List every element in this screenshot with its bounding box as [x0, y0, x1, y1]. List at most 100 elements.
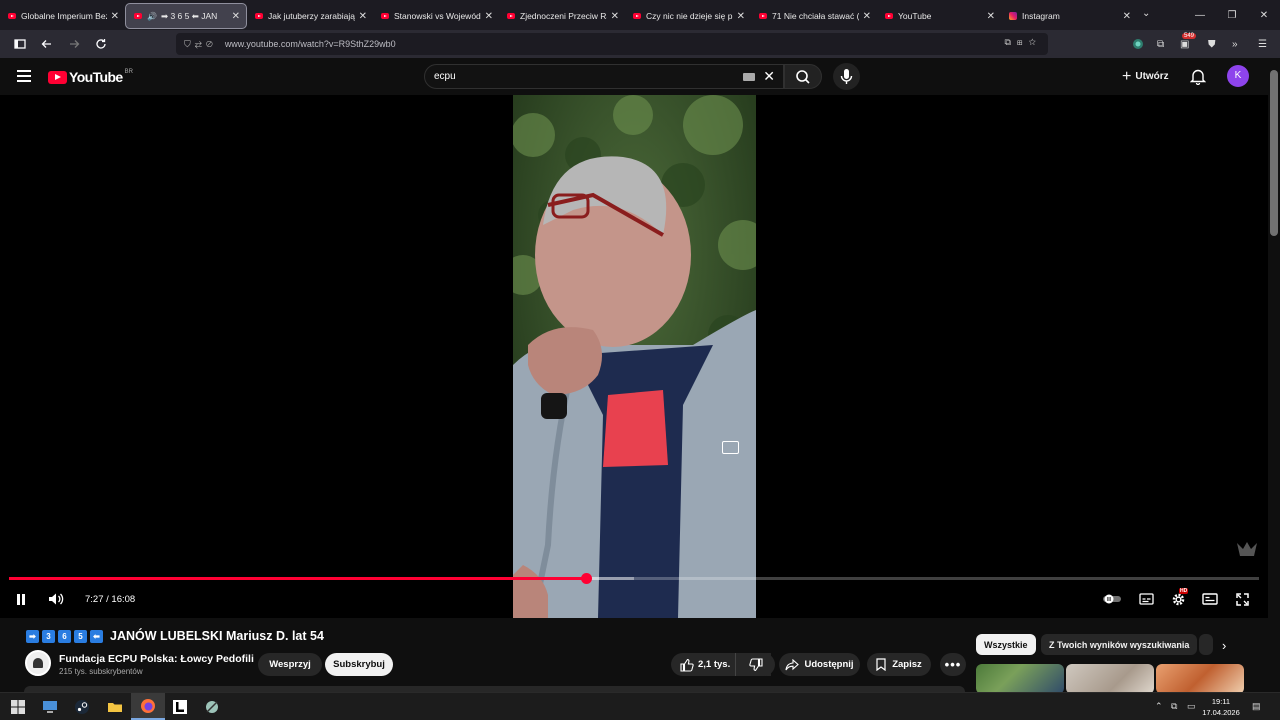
progress-bar[interactable] [9, 573, 1259, 584]
theater-mode-button[interactable] [1201, 591, 1219, 607]
notifications-bell-icon[interactable] [1189, 68, 1207, 90]
url-text[interactable]: www.youtube.com/watch?v=R9SthZ29wb0 [225, 39, 396, 49]
theater-icon [1202, 593, 1218, 605]
forward-icon[interactable] [62, 32, 86, 56]
video-title-text: JANÓW LUBELSKI Mariusz D. lat 54 [110, 628, 324, 643]
channel-avatar[interactable] [25, 650, 51, 676]
video-info-section: ➡ 3 6 5 ⬅ JANÓW LUBELSKI Mariusz D. lat 54 F… [0, 618, 1268, 694]
recommended-thumbnail[interactable] [976, 664, 1064, 694]
extension-badge-icon[interactable]: ▣ 549 [1180, 30, 1197, 58]
computer-icon[interactable] [42, 699, 58, 715]
search-box[interactable]: ecpu ✕ [424, 64, 784, 89]
close-tab-icon[interactable]: ✕ [1123, 11, 1131, 22]
browser-tab[interactable]: Instagram ✕ [1001, 3, 1137, 29]
miniplayer-overlay-icon[interactable] [722, 441, 739, 454]
search-button[interactable] [784, 64, 822, 89]
subscribe-button[interactable]: Subskrybuj [325, 653, 393, 676]
video-player[interactable]: 7:27 / 16:08 HD [0, 95, 1268, 618]
channel-name[interactable]: Fundacja ECPU Polska: Łowcy Pedofili [59, 653, 254, 665]
tab-title: 71 Nie chciała stawać (M [772, 11, 859, 21]
browser-tab[interactable]: 71 Nie chciała stawać (M ✕ [751, 3, 877, 29]
page-scrollbar[interactable] [1268, 58, 1280, 692]
video-frame[interactable] [513, 95, 756, 618]
steam-icon[interactable] [74, 699, 90, 715]
title-keycap: 6 [58, 630, 71, 643]
save-button[interactable]: Zapisz [867, 653, 931, 676]
tray-network-icon[interactable]: ⧉ [1171, 701, 1177, 712]
close-tab-icon[interactable]: ✕ [611, 11, 619, 22]
browser-tab[interactable]: Jak jutuberzy zarabiają n ✕ [247, 3, 373, 29]
close-tab-icon[interactable]: ✕ [359, 11, 367, 22]
chip-from-search[interactable]: Z Twoich wyników wyszukiwania [1041, 634, 1198, 655]
fullscreen-button[interactable] [1234, 591, 1250, 607]
menu-icon[interactable] [17, 70, 31, 82]
youtube-logo[interactable]: YouTube BR [48, 69, 133, 85]
tab-audio-icon[interactable]: 🔊 [147, 12, 157, 21]
reload-icon[interactable] [89, 32, 113, 56]
taskbar-clock[interactable]: 19:11 17.04.2026 [1200, 696, 1242, 718]
ublock-icon[interactable]: ⛊ [1208, 30, 1216, 58]
firefox-taskbar-button[interactable] [131, 693, 165, 720]
search-input[interactable]: ecpu [434, 71, 456, 82]
chip-all[interactable]: Wszystkie [976, 634, 1036, 655]
browser-tab[interactable]: 🔊 ➡ 3 6 5 ⬅ JAN ✕ [125, 3, 247, 29]
close-tab-icon[interactable]: ✕ [485, 11, 493, 22]
volume-icon [49, 593, 64, 605]
notification-center-icon[interactable]: ▤ [1252, 701, 1261, 712]
network-tool-icon[interactable] [204, 699, 220, 715]
video-content-image [513, 95, 756, 618]
clear-search-icon[interactable]: ✕ [763, 68, 775, 85]
keyboard-icon[interactable] [743, 73, 755, 81]
close-tab-icon[interactable]: ✕ [987, 11, 995, 22]
tray-overflow-icon[interactable]: ⌃ [1155, 701, 1163, 712]
app-icon[interactable] [172, 699, 188, 715]
browser-tab[interactable]: Globalne Imperium Bezk ✕ [0, 3, 125, 29]
back-icon[interactable] [35, 32, 59, 56]
minimize-button[interactable]: — [1184, 10, 1216, 21]
extension-shield-icon[interactable] [1132, 30, 1144, 58]
voice-search-button[interactable] [833, 63, 860, 90]
chip-overflow[interactable] [1199, 634, 1213, 655]
recommended-thumbnail[interactable] [1156, 664, 1244, 694]
windows-start-icon[interactable] [10, 699, 26, 715]
autoplay-toggle[interactable] [1102, 591, 1122, 607]
support-button[interactable]: Wesprzyj [258, 653, 322, 676]
url-actions-icons[interactable]: ⧉⊞☆ [1005, 37, 1043, 48]
close-tab-icon[interactable]: ✕ [111, 11, 119, 22]
close-tab-icon[interactable]: ✕ [863, 11, 871, 22]
browser-tab[interactable]: YouTube ✕ [877, 3, 1001, 29]
extensions-puzzle-icon[interactable]: ⧉ [1157, 30, 1164, 58]
account-avatar[interactable]: K [1227, 65, 1249, 87]
channel-watermark-icon[interactable] [1235, 539, 1259, 559]
browser-tab[interactable]: Zjednoczeni Przeciw Ras ✕ [499, 3, 625, 29]
scrollbar-thumb[interactable] [1270, 70, 1278, 236]
restore-button[interactable]: ❐ [1216, 10, 1248, 21]
address-bar[interactable]: ⛉⇄⊘ www.youtube.com/watch?v=R9SthZ29wb0 … [176, 33, 1048, 55]
site-security-icons[interactable]: ⛉⇄⊘ [184, 39, 217, 50]
close-tab-icon[interactable]: ✕ [737, 11, 745, 22]
volume-button[interactable] [47, 591, 65, 607]
youtube-icon [255, 13, 263, 19]
window-controls: — ❐ ✕ [1184, 0, 1280, 30]
close-tab-icon[interactable]: ✕ [232, 11, 240, 22]
overflow-menu-icon[interactable]: » [1232, 30, 1238, 58]
subtitles-button[interactable] [1138, 591, 1154, 607]
close-window-button[interactable]: ✕ [1248, 10, 1280, 21]
recommended-thumbnail[interactable] [1066, 664, 1154, 694]
app-menu-icon[interactable]: ☰ [1258, 30, 1267, 58]
browser-tab[interactable]: Stanowski vs Wojewódzk ✕ [373, 3, 499, 29]
sidebar-icon[interactable] [8, 32, 32, 56]
browser-tab[interactable]: Czy nic nie dzieje się prz ✕ [625, 3, 751, 29]
scrubber-handle[interactable] [581, 573, 592, 584]
dislike-button[interactable] [735, 653, 775, 676]
chips-next-icon[interactable]: › [1222, 638, 1226, 653]
file-explorer-icon[interactable] [107, 699, 123, 715]
pause-button[interactable] [13, 591, 29, 607]
share-button[interactable]: Udostępnij [779, 653, 860, 676]
more-actions-button[interactable]: ••• [940, 653, 966, 676]
list-all-tabs-icon[interactable]: ⌄ [1142, 8, 1150, 19]
save-label: Zapisz [892, 659, 922, 670]
tray-display-icon[interactable]: ▭ [1187, 701, 1196, 712]
settings-button[interactable]: HD [1169, 588, 1189, 607]
create-button[interactable]: + Utwórz [1116, 65, 1175, 88]
